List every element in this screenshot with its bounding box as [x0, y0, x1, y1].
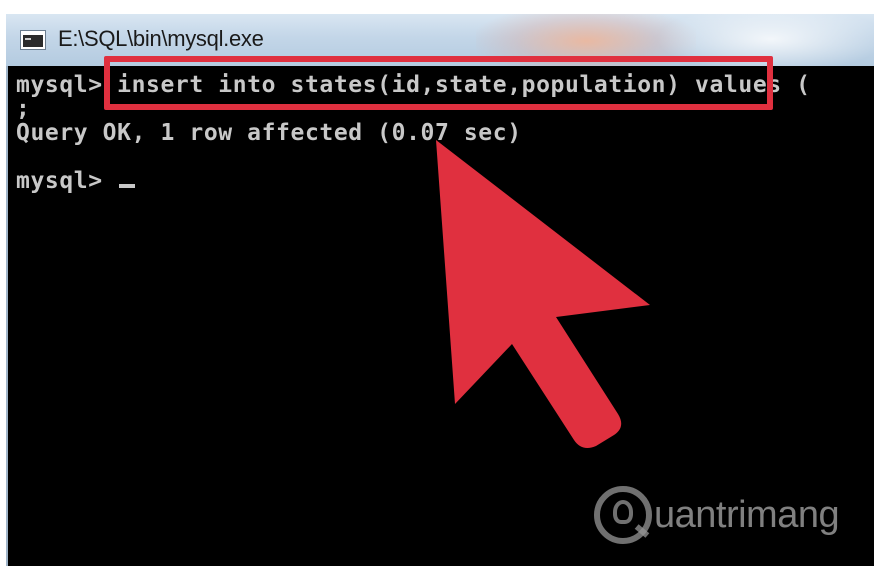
window-title: E:\SQL\bin\mysql.exe — [58, 26, 264, 51]
text-cursor — [119, 184, 136, 188]
logo-tail — [634, 524, 650, 538]
watermark-text: uantrimang — [654, 493, 840, 536]
command-line-2: ; — [16, 96, 31, 122]
watermark: uantrimang — [594, 484, 840, 546]
command-line-prompt[interactable]: mysql> — [16, 168, 136, 194]
screenshot-frame: E:\SQL\bin\mysql.exe mysql> insert into … — [0, 0, 876, 569]
console-prompt: mysql> — [16, 168, 118, 194]
command-highlight-box — [104, 56, 773, 110]
console-prompt: mysql> — [16, 72, 103, 98]
bulb-shape — [613, 500, 633, 524]
lightbulb-logo-icon — [594, 486, 652, 544]
console-window-icon[interactable] — [20, 30, 46, 50]
query-result-line: Query OK, 1 row affected (0.07 sec) — [16, 120, 522, 146]
